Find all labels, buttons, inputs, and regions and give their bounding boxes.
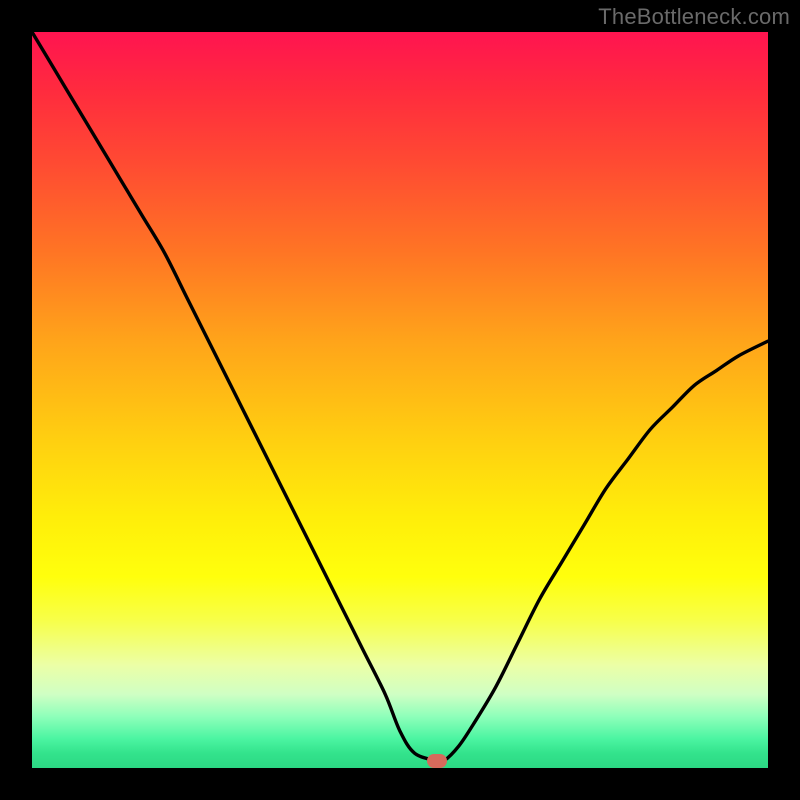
- plot-area: [32, 32, 768, 768]
- optimal-point-marker: [427, 754, 447, 768]
- chart-container: TheBottleneck.com: [0, 0, 800, 800]
- watermark-text: TheBottleneck.com: [598, 4, 790, 30]
- bottleneck-curve: [32, 32, 768, 768]
